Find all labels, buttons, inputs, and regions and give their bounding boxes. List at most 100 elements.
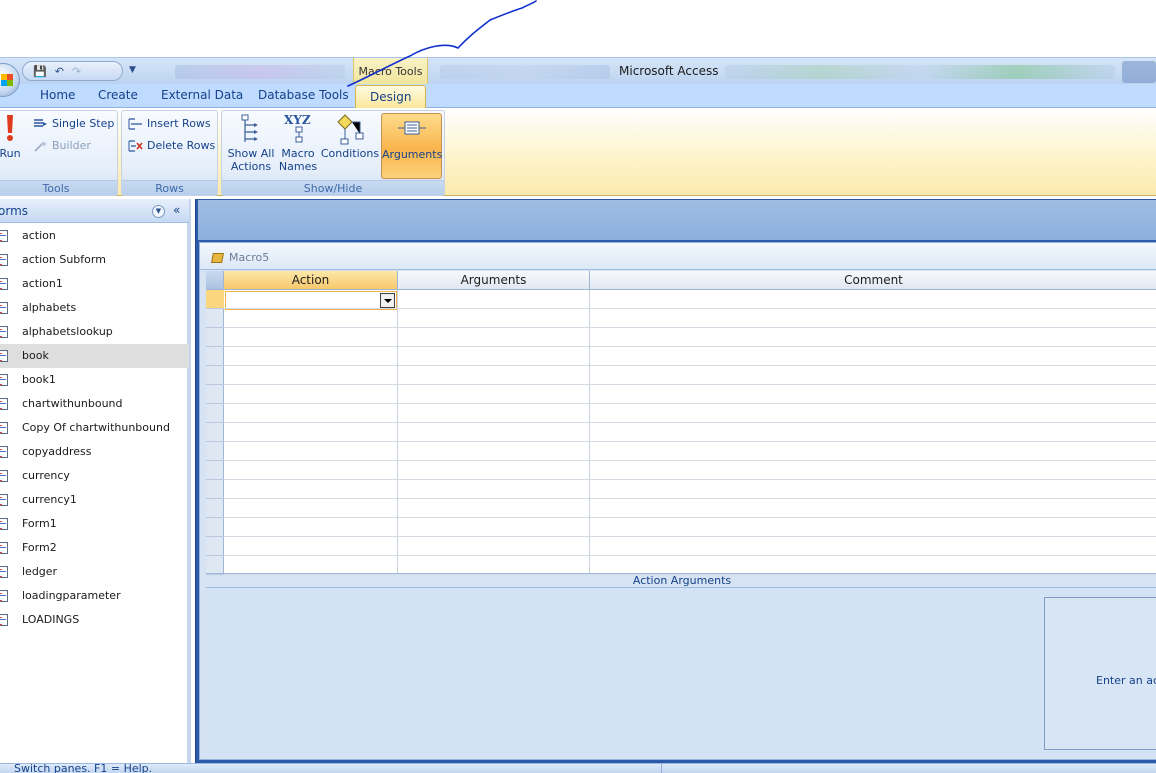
row-selector[interactable] [206, 347, 224, 366]
nav-item[interactable]: currency [0, 464, 189, 488]
row-selector[interactable] [206, 366, 224, 385]
nav-menu-dropdown-icon[interactable]: ▼ [152, 205, 165, 218]
nav-item[interactable]: Form2 [0, 536, 189, 560]
run-button[interactable]: Run [0, 113, 21, 160]
nav-item[interactable]: copyaddress [0, 440, 189, 464]
row-selector[interactable] [206, 385, 224, 404]
show-all-actions-icon [241, 114, 258, 142]
builder-wand-icon [34, 140, 47, 152]
nav-item[interactable]: loadingparameter [0, 584, 189, 608]
row-selector[interactable] [206, 518, 224, 537]
conditions-icon [337, 114, 364, 145]
form-icon [0, 230, 8, 242]
nav-item[interactable]: Copy Of chartwithunbound [0, 416, 189, 440]
row-selector[interactable] [206, 461, 224, 480]
nav-item[interactable]: alphabets [0, 296, 189, 320]
nav-item-label: action Subform [22, 253, 106, 266]
help-box: Enter an act [1044, 597, 1156, 750]
tab-database-tools[interactable]: Database Tools [258, 88, 349, 102]
navigation-pane: orms ▼ « action action Subform action1 alph… [0, 199, 191, 763]
form-icon [0, 518, 8, 530]
column-divider [397, 290, 398, 573]
nav-item-label: loadingparameter [22, 589, 121, 602]
action-dropdown-icon[interactable] [380, 293, 395, 308]
nav-item-label: action [22, 229, 56, 242]
nav-list: action action Subform action1 alphabets alph… [0, 224, 189, 632]
document-title: Macro5 [229, 251, 270, 264]
tab-design[interactable]: Design [355, 85, 427, 108]
show-all-actions-button[interactable]: Show All Actions [226, 113, 276, 173]
row-selector[interactable] [206, 480, 224, 499]
row-selector[interactable] [206, 537, 224, 556]
column-divider [589, 290, 590, 573]
conditions-label: Conditions [320, 147, 380, 160]
nav-item-label: copyaddress [22, 445, 92, 458]
title-bar: 💾 ↶ ↷ ▼ Macro Tools Microsoft Access [0, 57, 1156, 97]
nav-item[interactable]: LOADINGS [0, 608, 189, 632]
nav-item[interactable]: action Subform [0, 248, 189, 272]
quick-access-toolbar: 💾 ↶ ↷ [22, 61, 123, 81]
select-all-corner[interactable] [206, 271, 224, 290]
arguments-button[interactable]: Arguments [381, 113, 442, 179]
macro-tools-context-label: Macro Tools [353, 58, 428, 85]
row-selector[interactable] [206, 423, 224, 442]
single-step-label: Single Step [52, 117, 115, 130]
nav-item-label: book [22, 349, 49, 362]
nav-item-label: currency [22, 469, 70, 482]
nav-item[interactable]: Form1 [0, 512, 189, 536]
show-all-actions-label-1: Show All [227, 147, 275, 160]
tab-create[interactable]: Create [98, 88, 138, 102]
conditions-button[interactable]: Conditions [320, 113, 380, 160]
tab-external-data[interactable]: External Data [161, 88, 243, 102]
workspace: Macro5 Action Arguments Comment Action A… [195, 199, 1156, 763]
row-divider [224, 327, 1156, 328]
nav-item[interactable]: chartwithunbound [0, 392, 189, 416]
form-icon [0, 422, 8, 434]
redo-icon[interactable]: ↷ [72, 65, 81, 78]
ribbon: Run Single Step Builder Tools Insert Row… [0, 108, 1156, 196]
row-selector[interactable] [206, 442, 224, 461]
nav-collapse-icon[interactable]: « [173, 203, 180, 217]
form-icon [0, 254, 8, 266]
nav-item[interactable]: book1 [0, 368, 189, 392]
customize-qat-icon[interactable]: ▼ [129, 65, 136, 75]
form-icon [0, 470, 8, 482]
document-tab[interactable]: Macro5 [200, 243, 1156, 270]
group-tools-label: Tools [0, 180, 117, 195]
run-exclamation-icon [7, 115, 13, 141]
form-icon [0, 494, 8, 506]
row-selector-column [206, 290, 224, 575]
form-icon [0, 326, 8, 338]
undo-icon[interactable]: ↶ [55, 65, 64, 78]
row-selector[interactable] [206, 290, 224, 309]
nav-item[interactable]: action1 [0, 272, 189, 296]
nav-item[interactable]: action [0, 224, 189, 248]
column-header-arguments[interactable]: Arguments [398, 271, 590, 290]
single-step-button[interactable]: Single Step [33, 117, 114, 130]
macro-names-button[interactable]: XYZ Macro Names [278, 113, 318, 173]
row-selector[interactable] [206, 404, 224, 423]
nav-item-label: book1 [22, 373, 56, 386]
arguments-label: Arguments [382, 148, 443, 161]
nav-item-label: ledger [22, 565, 58, 578]
column-header-action[interactable]: Action [224, 271, 398, 290]
nav-item[interactable]: book [0, 344, 189, 368]
builder-button[interactable]: Builder [33, 139, 91, 152]
nav-header[interactable]: orms ▼ « [0, 199, 189, 223]
nav-item[interactable]: ledger [0, 560, 189, 584]
group-show-hide: Show All Actions XYZ Macro Names Conditi… [221, 110, 445, 196]
form-icon [0, 374, 8, 386]
row-divider [224, 536, 1156, 537]
delete-rows-button[interactable]: Delete Rows [128, 139, 215, 152]
row-selector[interactable] [206, 499, 224, 518]
row-selector[interactable] [206, 309, 224, 328]
nav-item[interactable]: currency1 [0, 488, 189, 512]
row-selector[interactable] [206, 328, 224, 347]
nav-item-label: Copy Of chartwithunbound [22, 421, 170, 434]
tab-home[interactable]: Home [40, 88, 75, 102]
save-icon[interactable]: 💾 [33, 65, 47, 78]
nav-item[interactable]: alphabetslookup [0, 320, 189, 344]
column-header-comment[interactable]: Comment [590, 271, 1156, 290]
insert-rows-button[interactable]: Insert Rows [128, 117, 211, 130]
nav-item-label: chartwithunbound [22, 397, 123, 410]
